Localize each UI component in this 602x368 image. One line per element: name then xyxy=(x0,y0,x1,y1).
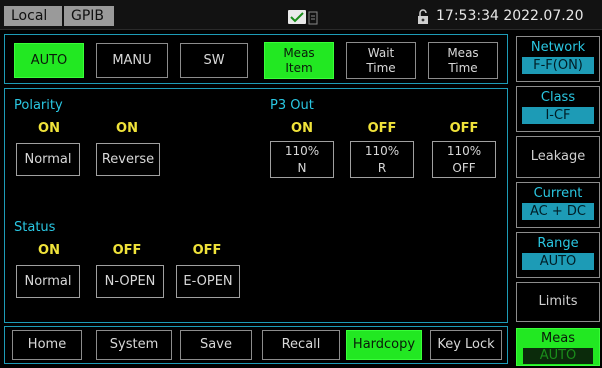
battery-icon xyxy=(308,10,318,25)
p3-out-n-line1: 110% xyxy=(284,144,320,158)
limits-button[interactable]: Limits xyxy=(516,282,600,322)
current-value: AC + DC xyxy=(522,203,594,220)
p3-out-off-line1: 110% xyxy=(446,144,482,158)
tab-auto[interactable]: AUTO xyxy=(14,43,84,78)
p3-out-off-state: OFF xyxy=(449,121,479,136)
p3-out-r-button[interactable]: 110% R xyxy=(350,141,414,178)
tab-wait-time-line2: Time xyxy=(366,61,396,75)
tab-wait-time-line1: Wait xyxy=(367,46,395,60)
tab-meas-time-line2: Time xyxy=(448,61,478,75)
tab-sw[interactable]: SW xyxy=(180,43,248,78)
tab-meas-time[interactable]: Meas Time xyxy=(428,42,498,79)
polarity-reverse-button[interactable]: Reverse xyxy=(96,143,160,176)
leakage-button[interactable]: Leakage xyxy=(516,136,600,178)
polarity-normal-state: ON xyxy=(38,121,60,136)
status-e-open-state: OFF xyxy=(192,243,222,258)
p3-out-n-state: ON xyxy=(291,121,313,136)
home-button[interactable]: Home xyxy=(12,330,82,360)
network-title: Network xyxy=(530,40,586,55)
tab-meas-item[interactable]: Meas Item xyxy=(264,42,334,79)
lock-icon xyxy=(416,9,430,25)
hardcopy-button[interactable]: Hardcopy xyxy=(346,330,422,360)
polarity-normal-button[interactable]: Normal xyxy=(16,143,80,176)
meas-title: Meas xyxy=(541,331,575,346)
status-n-open-button[interactable]: N-OPEN xyxy=(96,265,164,298)
p3-out-r-line1: 110% xyxy=(364,144,400,158)
status-title: Status xyxy=(14,220,56,235)
class-title: Class xyxy=(540,90,576,105)
p3-out-r-line2: R xyxy=(377,161,387,175)
range-value: AUTO xyxy=(522,253,594,270)
status-n-open-state: OFF xyxy=(112,243,142,258)
save-button[interactable]: Save xyxy=(180,330,252,360)
current-title: Current xyxy=(533,186,583,201)
gpib-indicator: GPIB xyxy=(64,6,114,26)
polarity-title: Polarity xyxy=(14,98,63,113)
p3-out-r-state: OFF xyxy=(367,121,397,136)
p3-out-off-line2: OFF xyxy=(452,161,476,175)
tab-manu[interactable]: MANU xyxy=(96,43,168,78)
datetime-display: 17:53:34 2022.07.20 xyxy=(436,8,584,24)
status-normal-button[interactable]: Normal xyxy=(16,265,80,298)
p3-out-n-button[interactable]: 110% N xyxy=(270,141,334,178)
class-button[interactable]: Class I-CF xyxy=(516,86,600,132)
system-button[interactable]: System xyxy=(96,330,172,360)
key-lock-button[interactable]: Key Lock xyxy=(430,330,502,360)
polarity-reverse-state: ON xyxy=(116,121,138,136)
status-normal-state: ON xyxy=(38,243,60,258)
p3-out-off-button[interactable]: 110% OFF xyxy=(432,141,496,178)
tab-meas-item-line1: Meas xyxy=(283,46,315,60)
local-indicator: Local xyxy=(4,6,62,26)
p3-out-n-line2: N xyxy=(297,161,307,175)
check-icon xyxy=(288,10,306,24)
status-e-open-button[interactable]: E-OPEN xyxy=(176,265,240,298)
tab-wait-time[interactable]: Wait Time xyxy=(346,42,416,79)
tab-meas-time-line1: Meas xyxy=(447,46,479,60)
tab-meas-item-line2: Item xyxy=(285,61,313,75)
range-button[interactable]: Range AUTO xyxy=(516,232,600,278)
meas-value: AUTO xyxy=(523,348,593,364)
meas-button[interactable]: Meas AUTO xyxy=(516,328,600,366)
current-button[interactable]: Current AC + DC xyxy=(516,182,600,228)
network-button[interactable]: Network F-F(ON) xyxy=(516,36,600,82)
p3-out-title: P3 Out xyxy=(270,98,314,113)
status-bar: Local GPIB 17:53:34 2022.07.20 xyxy=(0,0,602,30)
range-title: Range xyxy=(537,236,579,251)
class-value: I-CF xyxy=(522,107,594,124)
network-value: F-F(ON) xyxy=(522,57,594,74)
recall-button[interactable]: Recall xyxy=(262,330,340,360)
